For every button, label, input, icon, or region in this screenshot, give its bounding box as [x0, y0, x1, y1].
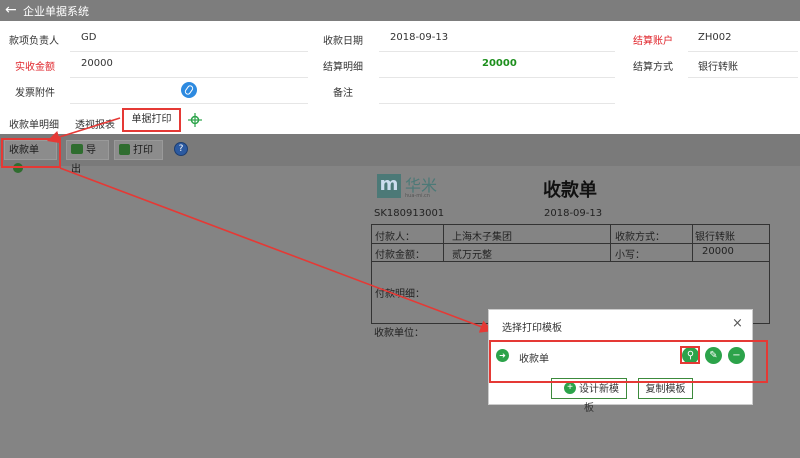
- printer-icon: [119, 143, 130, 155]
- logo-subtext: hua-mi.cn: [405, 193, 430, 199]
- highlight-template-row: [489, 340, 768, 383]
- document-date: 2018-09-13: [544, 208, 603, 219]
- excel-icon: [71, 144, 83, 154]
- receipt-form: 款项负责人 GD 收款日期 2018-09-13 结算账户 ZH002 实收金额…: [0, 21, 800, 134]
- tab-pivot-report[interactable]: 透视报表: [73, 113, 117, 134]
- dialog-title: 选择打印模板: [502, 323, 562, 334]
- app-title: 企业单据系统: [23, 5, 89, 18]
- amount-field[interactable]: 20000: [81, 58, 113, 69]
- document-title: 收款单: [543, 180, 597, 201]
- receipt-date-label: 收款日期: [323, 36, 363, 47]
- responsible-field[interactable]: GD: [81, 32, 96, 43]
- print-label: 打印: [133, 145, 153, 156]
- form-row-1: 款项负责人 GD 收款日期 2018-09-13 结算账户 ZH002: [0, 25, 800, 52]
- highlight-preview-icon: [680, 346, 700, 364]
- move-icon[interactable]: [188, 113, 202, 127]
- close-icon[interactable]: ×: [732, 316, 743, 331]
- form-row-2: 实收金额 20000 结算明细 20000 结算方式 银行转账: [0, 51, 800, 78]
- help-icon[interactable]: ?: [174, 142, 188, 156]
- settlement-detail-label: 结算明细: [323, 62, 363, 73]
- payer-label: 付款人：: [375, 232, 415, 243]
- settlement-method-label: 结算方式: [633, 62, 673, 73]
- remark-label: 备注: [333, 88, 353, 99]
- document-number: SK180913001: [374, 208, 445, 219]
- plus-icon: +: [564, 382, 576, 395]
- divider: [379, 103, 615, 104]
- lowercase-amount-label: 小写：: [615, 250, 645, 261]
- back-arrow-icon[interactable]: ←: [5, 2, 17, 18]
- amount-label: 实收金额: [15, 62, 55, 73]
- tab-document-print[interactable]: 单据打印: [122, 108, 181, 132]
- payment-method-value: 银行转账: [695, 232, 735, 243]
- invoice-attachment-label: 发票附件: [15, 88, 55, 99]
- responsible-label: 款项负责人: [9, 36, 59, 47]
- divider: [70, 103, 308, 104]
- settlement-account-field[interactable]: ZH002: [698, 32, 731, 43]
- receiving-unit-label: 收款单位：: [374, 328, 424, 339]
- export-button[interactable]: 导出: [66, 140, 109, 175]
- lowercase-amount-value: 20000: [702, 246, 734, 257]
- modal-backdrop: 收款单 导出 打印 ? m 华米 hua-mi.cn 收款单 SK1809130…: [0, 134, 800, 458]
- settlement-account-label: 结算账户: [633, 36, 673, 47]
- form-row-3: 发票附件 备注: [0, 77, 800, 104]
- company-logo: m 华米 hua-mi.cn: [377, 172, 447, 202]
- detail-tabs: 收款单明细 透视报表 单据打印: [0, 108, 800, 134]
- settlement-method-field[interactable]: 银行转账: [698, 58, 738, 73]
- print-button[interactable]: 打印: [114, 140, 163, 160]
- payment-method-label: 收款方式：: [615, 232, 665, 243]
- payment-detail-label: 付款明细：: [375, 289, 425, 300]
- receipt-date-field[interactable]: 2018-09-13: [390, 32, 448, 43]
- settlement-detail-value[interactable]: 20000: [482, 58, 517, 69]
- payment-amount-label: 付款金额：: [375, 250, 425, 261]
- title-bar: ← 企业单据系统: [0, 0, 800, 21]
- paperclip-icon[interactable]: [181, 82, 197, 98]
- print-toolbar: 收款单 导出 打印 ?: [0, 134, 800, 175]
- payer-value: 上海木子集团: [452, 232, 512, 243]
- highlight-dropdown: [1, 138, 61, 168]
- detail-label: 收款单明细: [9, 120, 59, 131]
- payment-amount-value: 贰万元整: [452, 250, 492, 261]
